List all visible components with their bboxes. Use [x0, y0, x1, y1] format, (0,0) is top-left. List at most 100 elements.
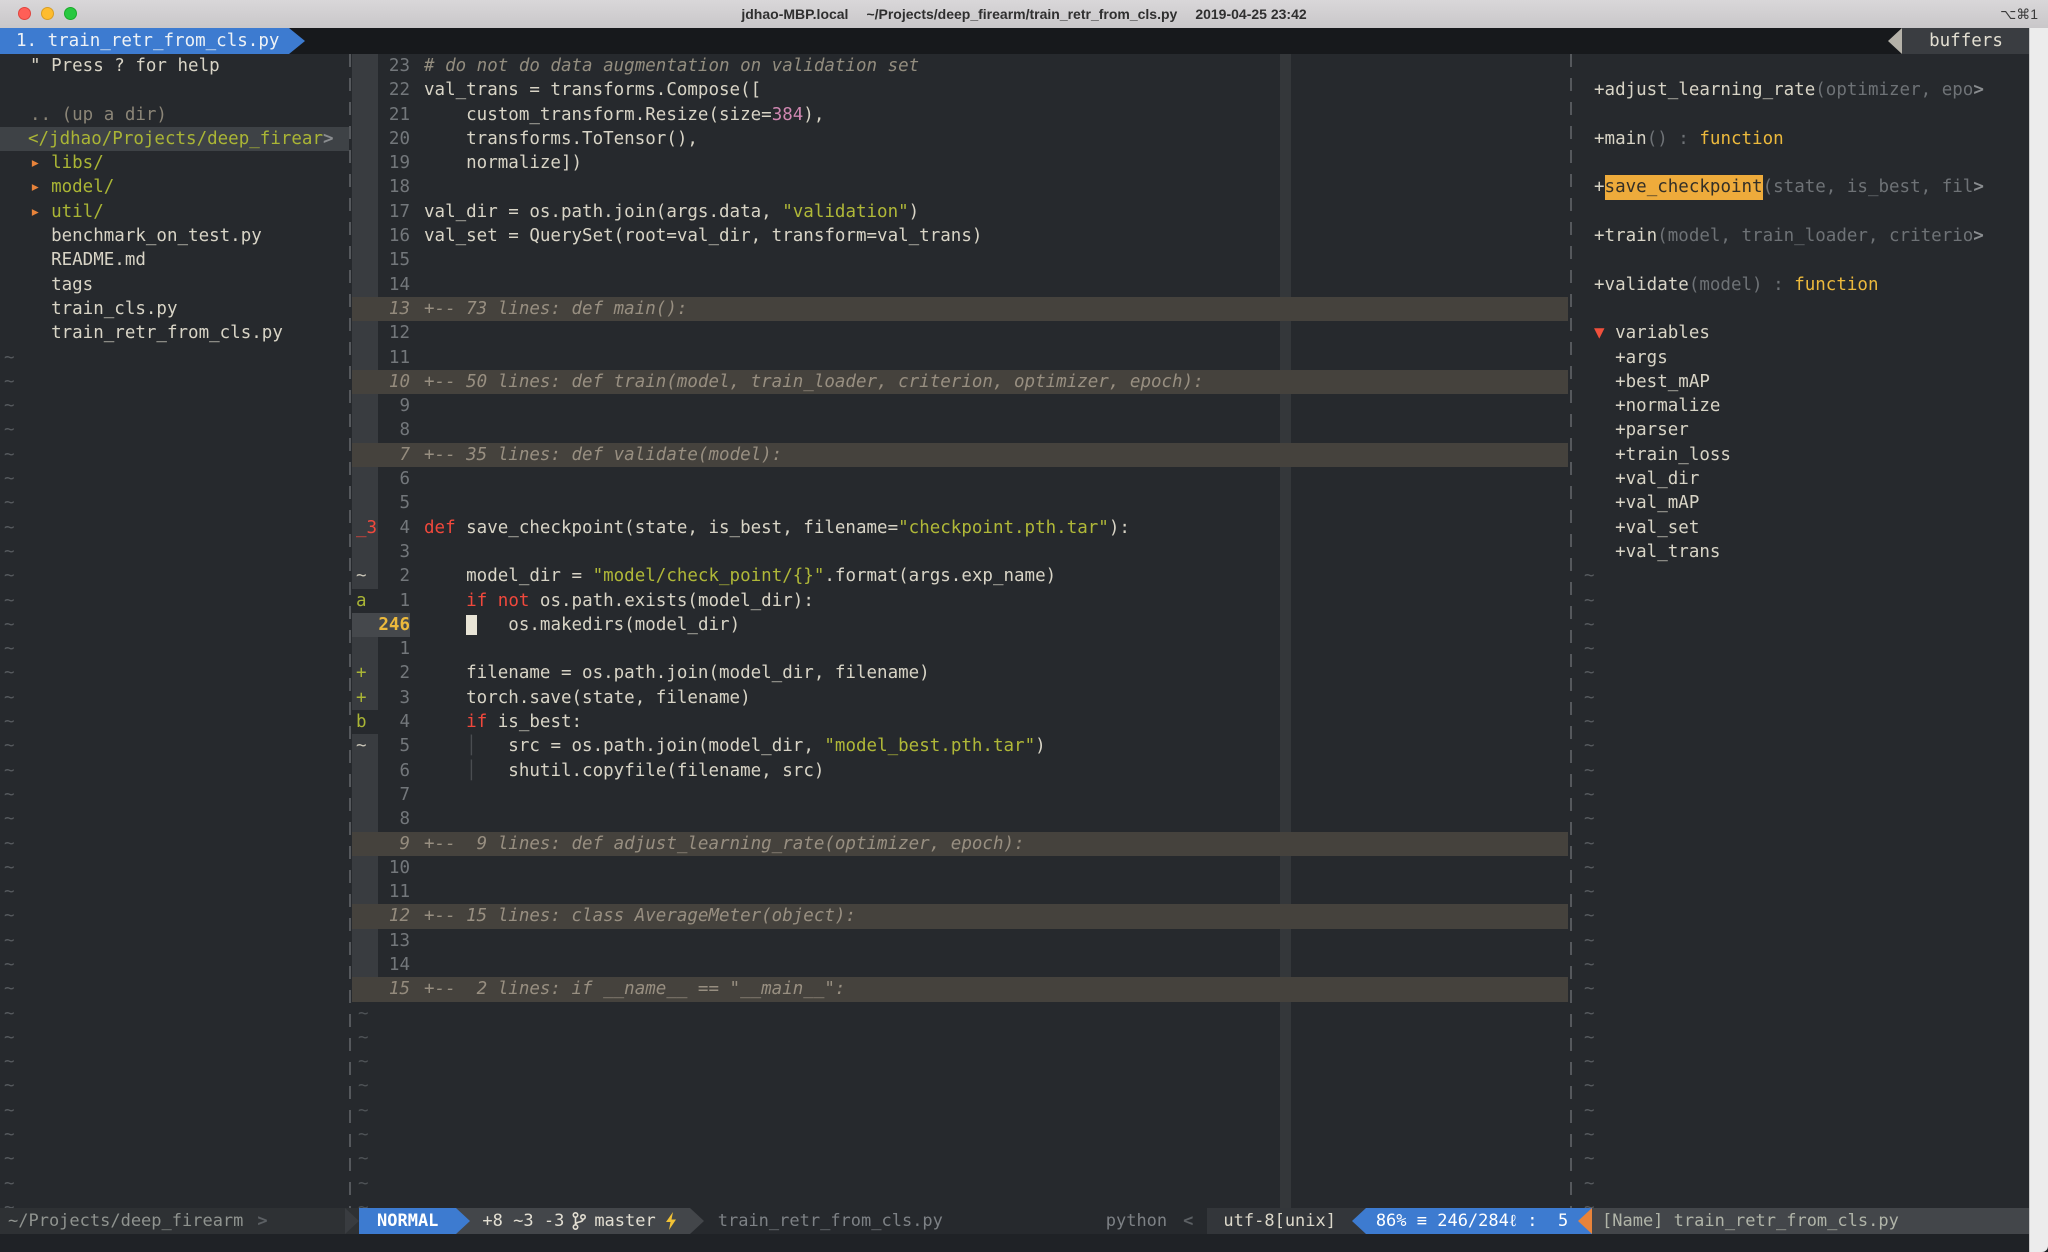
code-line[interactable]: ~2 model_dir = "model/check_point/{}".fo…: [352, 564, 1568, 588]
tag-entry[interactable]: +val_set: [1576, 516, 2030, 540]
tag-entry[interactable]: +validate(model) : function: [1576, 273, 2030, 297]
code-line[interactable]: a1 if not os.path.exists(model_dir):: [352, 589, 1568, 613]
tree-row-item[interactable]: ▸ model/: [0, 175, 349, 199]
code-line[interactable]: 23# do not do data augmentation on valid…: [352, 54, 1568, 78]
minimize-button[interactable]: [41, 7, 54, 20]
code-line[interactable]: +2 filename = os.path.join(model_dir, fi…: [352, 661, 1568, 685]
fold-line[interactable]: 12+-- 15 lines: class AverageMeter(objec…: [352, 904, 1568, 928]
tilde-marker: ~: [1576, 710, 2030, 734]
tilde-marker: ~: [1576, 734, 2030, 758]
code-line[interactable]: 17val_dir = os.path.join(args.data, "val…: [352, 200, 1568, 224]
tag-entry[interactable]: +val_mAP: [1576, 491, 2030, 515]
tag-entry[interactable]: +train_loss: [1576, 443, 2030, 467]
tilde-marker: ~: [352, 1196, 1568, 1208]
tag-entry[interactable]: +train(model, train_loader, criterio>: [1576, 224, 2030, 248]
tree-row-item[interactable]: benchmark_on_test.py: [0, 224, 349, 248]
tagbar-window[interactable]: +adjust_learning_rate(optimizer, epo> +ma…: [1576, 54, 2030, 1208]
code-line[interactable]: 18: [352, 175, 1568, 199]
tag-entry[interactable]: +main() : function: [1576, 127, 2030, 151]
tree-row-item[interactable]: ▸ util/: [0, 200, 349, 224]
powerline-arrow-icon: [690, 1208, 704, 1234]
code-line[interactable]: +3 torch.save(state, filename): [352, 686, 1568, 710]
tilde-marker: ~: [352, 1147, 1568, 1171]
tilde-marker: ~: [0, 1172, 349, 1196]
tree-row-item[interactable]: ▸ libs/: [0, 151, 349, 175]
tilde-marker: ~: [352, 1026, 1568, 1050]
code-line[interactable]: 14: [352, 953, 1568, 977]
code-line[interactable]: 16val_set = QuerySet(root=val_dir, trans…: [352, 224, 1568, 248]
code-line[interactable]: 14: [352, 273, 1568, 297]
code-line[interactable]: 12: [352, 321, 1568, 345]
tag-entry[interactable]: +val_trans: [1576, 540, 2030, 564]
fold-line[interactable]: 7+-- 35 lines: def validate(model):: [352, 443, 1568, 467]
code-editor-window[interactable]: 23# do not do data augmentation on valid…: [352, 54, 1568, 1208]
tab-buffers-label[interactable]: buffers: [1902, 28, 2030, 54]
tab-train-retr-from-cls[interactable]: 1. train_retr_from_cls.py: [0, 28, 289, 54]
tree-row-updir[interactable]: .. (up a dir): [0, 103, 349, 127]
tag-entry[interactable]: +adjust_learning_rate(optimizer, epo>: [1576, 78, 2030, 102]
code-line[interactable]: 6 │ shutil.copyfile(filename, src): [352, 759, 1568, 783]
tag-entry[interactable]: +args: [1576, 346, 2030, 370]
code-line[interactable]: 10: [352, 856, 1568, 880]
tilde-marker: ~: [1576, 953, 2030, 977]
code-line[interactable]: b4 if is_best:: [352, 710, 1568, 734]
close-button[interactable]: [18, 7, 31, 20]
command-line: [0, 1234, 2048, 1252]
tag-entry: [1576, 103, 2030, 127]
code-line[interactable]: 7: [352, 783, 1568, 807]
tag-entry[interactable]: +val_dir: [1576, 467, 2030, 491]
tag-entry[interactable]: +best_mAP: [1576, 370, 2030, 394]
nerdtree-window[interactable]: " Press ? for help.. (up a dir)</jdhao/P…: [0, 54, 349, 1208]
code-line[interactable]: 19 normalize]): [352, 151, 1568, 175]
fold-line[interactable]: 13+-- 73 lines: def main():: [352, 297, 1568, 321]
code-line[interactable]: 11: [352, 880, 1568, 904]
code-line[interactable]: 246 os.makedirs(model_dir): [352, 613, 1568, 637]
tag-entry[interactable]: ▼ variables: [1576, 321, 2030, 345]
code-line[interactable]: 8: [352, 418, 1568, 442]
code-line[interactable]: 6: [352, 467, 1568, 491]
code-line[interactable]: 20 transforms.ToTensor(),: [352, 127, 1568, 151]
tilde-marker: ~: [1576, 564, 2030, 588]
code-line[interactable]: 15: [352, 248, 1568, 272]
code-line[interactable]: 5: [352, 491, 1568, 515]
code-line[interactable]: ~5 │ src = os.path.join(model_dir, "mode…: [352, 734, 1568, 758]
tree-row-root[interactable]: </jdhao/Projects/deep_firear>: [0, 127, 349, 151]
window-separator-right[interactable]: [1570, 54, 1572, 1208]
tilde-marker: ~: [1576, 1196, 2030, 1208]
fold-line[interactable]: 9+-- 9 lines: def adjust_learning_rate(o…: [352, 832, 1568, 856]
code-line[interactable]: 13: [352, 929, 1568, 953]
code-line[interactable]: 8: [352, 807, 1568, 831]
git-segment: +8 ~3 -3 master: [470, 1208, 689, 1234]
tilde-marker: ~: [352, 1099, 1568, 1123]
git-branch-name: master: [594, 1208, 655, 1234]
tag-entry[interactable]: +save_checkpoint(state, is_best, fil>: [1576, 175, 2030, 199]
macos-titlebar[interactable]: jdhao-MBP.local~/Projects/deep_firearm/t…: [0, 0, 2048, 29]
code-line[interactable]: 9: [352, 394, 1568, 418]
tilde-marker: ~: [352, 1050, 1568, 1074]
tag-entry[interactable]: +normalize: [1576, 394, 2030, 418]
code-line[interactable]: 21 custom_transform.Resize(size=384),: [352, 103, 1568, 127]
tilde-marker: ~: [0, 977, 349, 1001]
tree-row-item[interactable]: README.md: [0, 248, 349, 272]
fold-line[interactable]: 10+-- 50 lines: def train(model, train_l…: [352, 370, 1568, 394]
fold-line[interactable]: 15+-- 2 lines: if __name__ == "__main__"…: [352, 977, 1568, 1001]
statusline-filename-segment: train_retr_from_cls.py python <: [704, 1208, 1208, 1234]
scrollbar[interactable]: [2029, 28, 2048, 1252]
code-line[interactable]: _34def save_checkpoint(state, is_best, f…: [352, 516, 1568, 540]
tilde-marker: ~: [352, 1074, 1568, 1098]
tree-row-item[interactable]: train_cls.py: [0, 297, 349, 321]
tab-arrow-separator: [289, 28, 305, 54]
tilde-marker: ~: [0, 1099, 349, 1123]
code-line[interactable]: 3: [352, 540, 1568, 564]
terminal-window: jdhao-MBP.local~/Projects/deep_firearm/t…: [0, 0, 2048, 1252]
tag-entry[interactable]: +parser: [1576, 418, 2030, 442]
git-diff-counts: +8 ~3 -3: [482, 1208, 564, 1234]
code-line[interactable]: 11: [352, 346, 1568, 370]
tilde-marker: ~: [0, 953, 349, 977]
tree-row-item[interactable]: train_retr_from_cls.py: [0, 321, 349, 345]
tree-row-item[interactable]: tags: [0, 273, 349, 297]
zoom-button[interactable]: [64, 7, 77, 20]
window-separator-left[interactable]: [349, 54, 351, 1208]
code-line[interactable]: 1: [352, 637, 1568, 661]
code-line[interactable]: 22val_trans = transforms.Compose([: [352, 78, 1568, 102]
